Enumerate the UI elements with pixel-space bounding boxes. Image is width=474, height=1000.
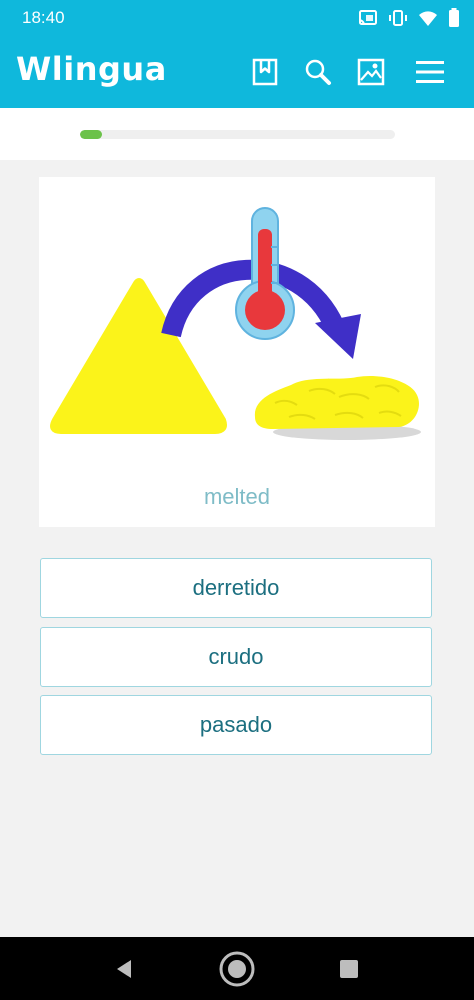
app-bar: Wlingua: [0, 36, 474, 108]
bookmark-icon: [252, 58, 278, 86]
menu-button[interactable]: [414, 56, 446, 88]
image-mode-button[interactable]: [355, 56, 387, 88]
melting-illustration: [50, 207, 421, 440]
bookmark-button[interactable]: [249, 56, 281, 88]
option-button[interactable]: derretido: [40, 558, 432, 618]
system-nav-bar: [0, 937, 474, 1000]
status-icons: [358, 8, 460, 28]
vibrate-icon: [389, 10, 407, 26]
option-label: crudo: [208, 644, 264, 669]
home-icon: [219, 951, 255, 987]
cast-icon: [358, 10, 377, 26]
home-button[interactable]: [219, 951, 255, 987]
option-label: derretido: [192, 575, 280, 600]
option-label: pasado: [199, 712, 273, 737]
recents-button[interactable]: [331, 951, 367, 987]
lesson-progress-bar: [80, 130, 395, 139]
search-icon: [305, 59, 331, 85]
flash-card: [39, 177, 435, 527]
battery-icon: [449, 8, 459, 27]
wifi-icon: [419, 11, 437, 26]
app-logo: Wlingua: [16, 50, 167, 88]
lesson-progress-fill: [80, 130, 103, 139]
option-button[interactable]: crudo: [40, 627, 432, 687]
menu-icon: [416, 61, 444, 83]
status-time: 18:40: [22, 8, 65, 27]
back-button[interactable]: [106, 951, 142, 987]
recents-icon: [340, 960, 358, 978]
melted-puddle: [254, 375, 421, 440]
card-word: melted: [203, 484, 271, 509]
image-icon: [357, 58, 385, 86]
back-icon: [117, 960, 131, 978]
search-button[interactable]: [302, 56, 334, 88]
option-button[interactable]: pasado: [40, 695, 432, 755]
lesson-progress-area: [0, 108, 474, 160]
status-bar: 18:40: [0, 0, 474, 36]
triangle-shape: [50, 278, 227, 434]
